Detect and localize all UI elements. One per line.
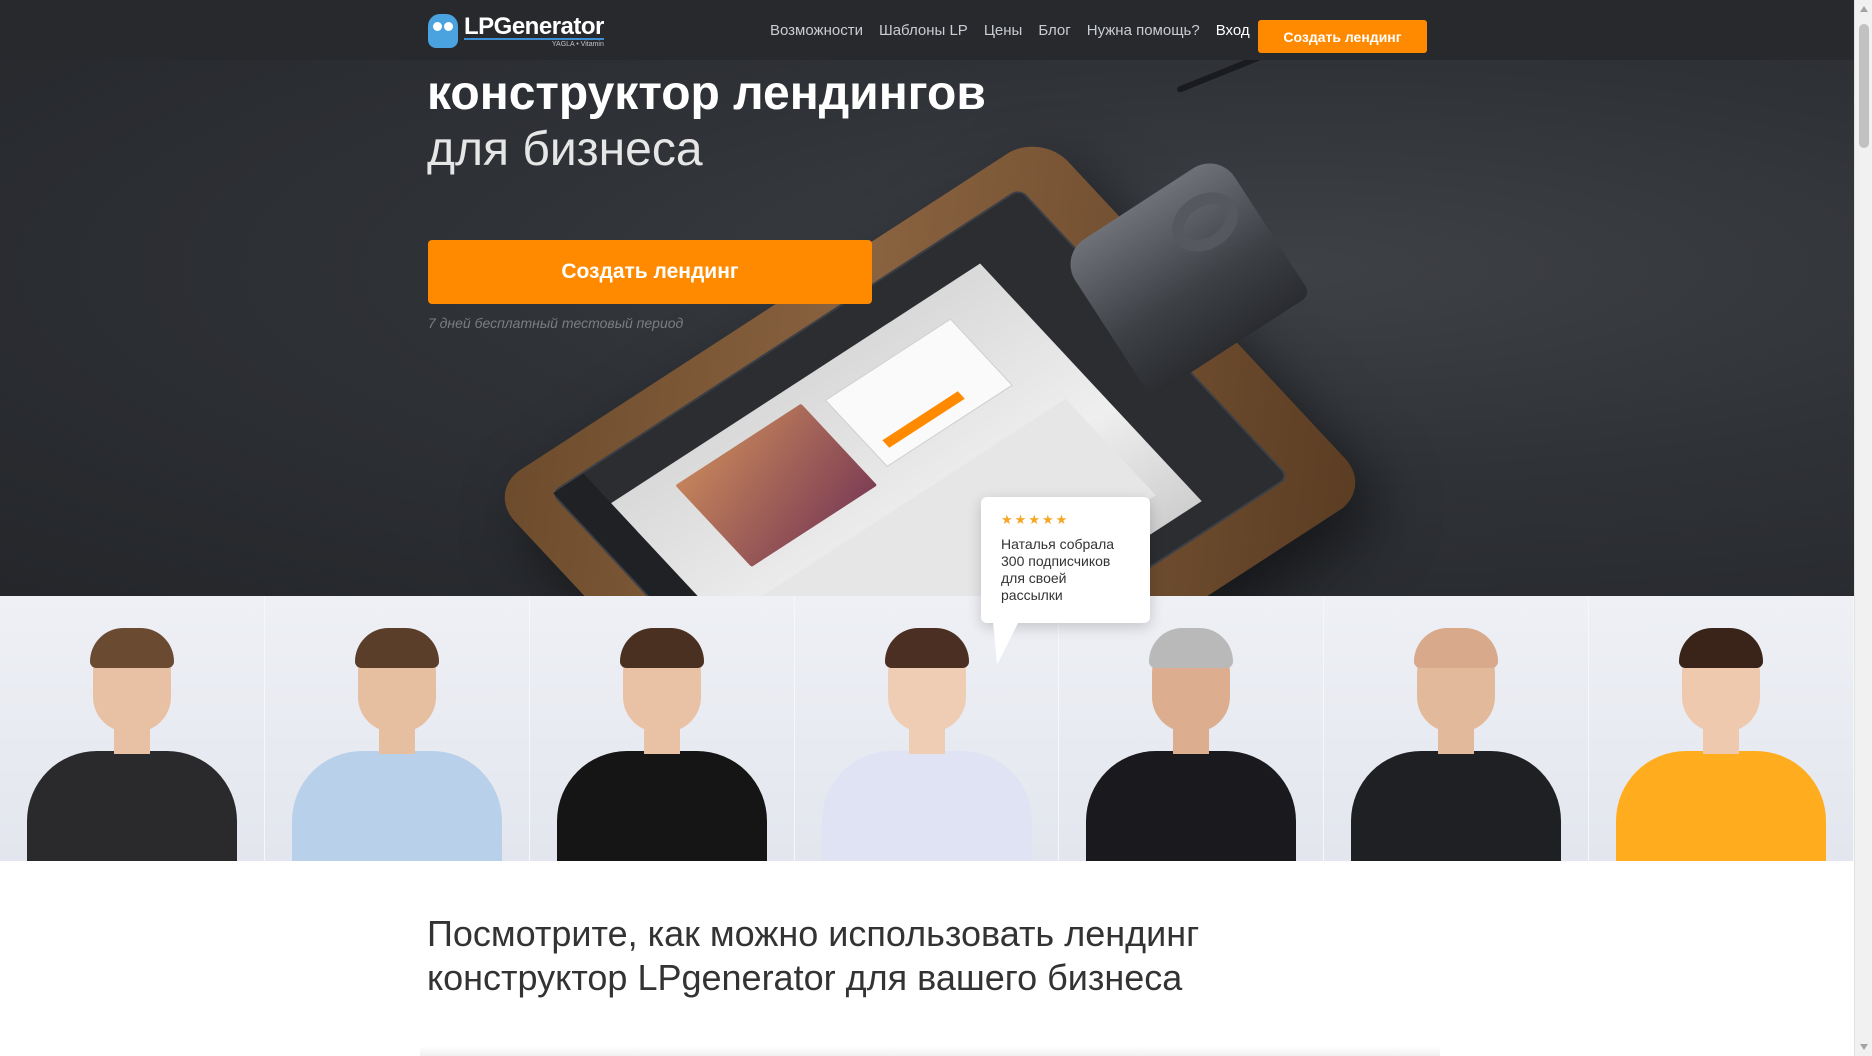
person-photo-2 (264, 596, 530, 861)
nav-login[interactable]: Вход (1216, 22, 1250, 39)
logo[interactable]: LPGenerator YAGLA • Vitamin (428, 14, 604, 48)
person-photo-4 (794, 596, 1060, 861)
person-hair (1679, 628, 1764, 668)
person-photo-7 (1589, 596, 1855, 861)
trial-note: 7 дней бесплатный тестовый период (428, 315, 684, 331)
tablet-card (824, 318, 1013, 468)
use-cases-heading: Посмотрите, как можно использовать ленди… (427, 912, 1327, 1000)
use-cases-heading-line2: конструктор LPgenerator для вашего бизне… (427, 957, 1183, 998)
header-create-landing-button[interactable]: Создать лендинг (1258, 20, 1427, 53)
person-hair (89, 628, 174, 668)
person-body (821, 751, 1032, 861)
person-hair (619, 628, 704, 668)
hero-title-bold: конструктор лендингов (427, 67, 986, 120)
person-body (26, 751, 237, 861)
person-hair (884, 628, 969, 668)
logo-mascot-icon (428, 14, 458, 48)
logo-text: LPGenerator (464, 13, 604, 40)
main-nav: Возможности Шаблоны LP Цены Блог Нужна п… (770, 0, 1266, 60)
person-body (1616, 751, 1827, 861)
person-body (1351, 751, 1562, 861)
person-photo-1 (0, 596, 265, 861)
use-cases-heading-line1: Посмотрите, как можно использовать ленди… (427, 913, 1200, 954)
nav-help[interactable]: Нужна помощь? (1087, 22, 1200, 39)
person-body (1086, 751, 1297, 861)
person-hair (354, 628, 439, 668)
nav-features[interactable]: Возможности (770, 22, 863, 39)
star-icon: ★ (1001, 512, 1013, 527)
next-section-edge (420, 1046, 1440, 1056)
nav-templates[interactable]: Шаблоны LP (879, 22, 968, 39)
hero-title-light: для бизнеса (427, 123, 703, 176)
person-body (291, 751, 502, 861)
rating-stars: ★ ★ ★ ★ ★ (1001, 513, 1130, 526)
star-icon: ★ (1041, 512, 1054, 527)
person-photo-6 (1324, 596, 1590, 861)
scroll-up-icon[interactable] (1860, 6, 1868, 12)
top-header: LPGenerator YAGLA • Vitamin Возможности … (0, 0, 1854, 60)
star-icon: ★ (1055, 512, 1068, 527)
logo-subtext: YAGLA • Vitamin (464, 38, 604, 48)
person-photo-3 (529, 596, 795, 861)
nav-pricing[interactable]: Цены (984, 22, 1023, 39)
star-icon: ★ (1028, 512, 1040, 527)
person-body (556, 751, 767, 861)
scroll-down-icon[interactable] (1860, 1044, 1868, 1050)
person-photo-5 (1059, 596, 1325, 861)
person-hair (1414, 628, 1499, 668)
nav-blog[interactable]: Блог (1038, 22, 1070, 39)
review-text: Наталья собрала 300 подписчиков для свое… (1001, 536, 1115, 603)
people-strip (0, 596, 1855, 861)
hero-section: конструктор лендингов для бизнеса Создат… (0, 0, 1854, 596)
person-hair (1149, 628, 1234, 668)
hero-create-landing-button[interactable]: Создать лендинг (428, 240, 872, 304)
scrollbar-thumb[interactable] (1859, 24, 1869, 148)
page-scrollbar[interactable] (1854, 0, 1872, 1056)
star-icon: ★ (1014, 512, 1027, 527)
review-bubble: ★ ★ ★ ★ ★ Наталья собрала 300 подписчиков дл… (981, 497, 1150, 665)
